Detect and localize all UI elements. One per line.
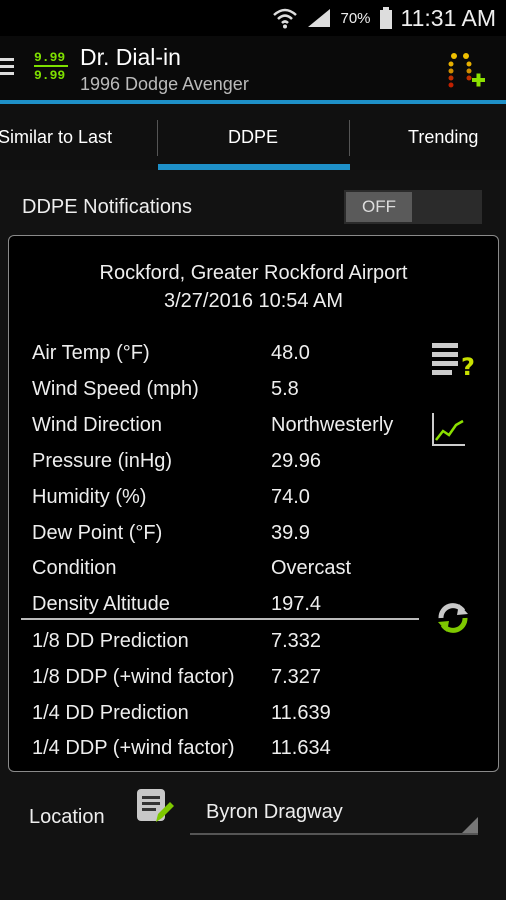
row-value-dew-point: 39.9 bbox=[271, 522, 310, 544]
toggle-state: OFF bbox=[346, 192, 412, 222]
row-label-wind-speed: Wind Speed (mph) bbox=[32, 378, 199, 400]
row-label-humidity: Humidity (%) bbox=[32, 486, 147, 508]
row-value-pressure: 29.96 bbox=[271, 450, 322, 472]
clock: 11:31 AM bbox=[400, 4, 496, 31]
tab-separator bbox=[349, 120, 350, 156]
signal-icon bbox=[308, 9, 331, 27]
row-label-density-altitude: Density Altitude bbox=[32, 593, 170, 615]
row-value-quarter-ddp: 11.634 bbox=[271, 737, 331, 759]
tab-active-indicator bbox=[158, 164, 350, 170]
row-label-wind-direction: Wind Direction bbox=[32, 414, 163, 436]
ddpe-notifications-label: DDPE Notifications bbox=[22, 196, 193, 218]
dropdown-arrow-icon bbox=[462, 817, 478, 833]
ddpe-notifications-toggle[interactable]: OFF bbox=[344, 190, 482, 224]
edit-location-icon[interactable] bbox=[134, 786, 174, 826]
tab-bar: Similar to Last DDPE Trending bbox=[0, 104, 506, 170]
row-value-wind-speed: 5.8 bbox=[271, 378, 299, 400]
panel-divider bbox=[21, 618, 419, 620]
trend-chart-icon[interactable] bbox=[431, 411, 467, 447]
row-value-quarter-dd: 11.639 bbox=[271, 702, 331, 724]
row-value-eighth-dd: 7.332 bbox=[271, 630, 322, 652]
location-dropdown[interactable]: Byron Dragway bbox=[190, 793, 478, 835]
add-run-icon[interactable] bbox=[446, 48, 486, 90]
svg-text:?: ? bbox=[461, 353, 475, 379]
battery-percent: 70% bbox=[340, 9, 371, 27]
action-bar: 9.99 9.99 Dr. Dial-in 1996 Dodge Avenger bbox=[0, 36, 506, 100]
tab-ddpe[interactable]: DDPE bbox=[228, 104, 278, 170]
weather-station: Rockford, Greater Rockford Airport bbox=[99, 262, 408, 284]
refresh-icon[interactable] bbox=[435, 600, 471, 636]
location-label: Location bbox=[29, 806, 105, 828]
row-value-eighth-ddp: 7.327 bbox=[271, 666, 322, 688]
wifi-icon bbox=[273, 8, 298, 29]
row-label-quarter-ddp: 1/4 DDP (+wind factor) bbox=[32, 737, 235, 759]
row-value-air-temp: 48.0 bbox=[271, 342, 310, 364]
app-logo[interactable]: 9.99 9.99 bbox=[34, 50, 68, 86]
tab-separator bbox=[157, 120, 158, 156]
weather-help-icon[interactable]: ? bbox=[431, 339, 477, 379]
row-value-wind-direction: Northwesterly bbox=[271, 414, 394, 436]
status-bar: 70% 11:31 AM bbox=[0, 0, 506, 36]
vehicle-name: 1996 Dodge Avenger bbox=[80, 74, 249, 94]
menu-icon[interactable] bbox=[0, 58, 14, 79]
row-value-humidity: 74.0 bbox=[271, 486, 310, 508]
row-value-condition: Overcast bbox=[271, 557, 352, 579]
row-label-pressure: Pressure (inHg) bbox=[32, 450, 173, 472]
observation-time: 3/27/2016 10:54 AM bbox=[163, 290, 344, 312]
row-label-eighth-dd: 1/8 DD Prediction bbox=[32, 630, 189, 652]
battery-icon bbox=[379, 7, 392, 29]
row-label-air-temp: Air Temp (°F) bbox=[32, 342, 150, 364]
weather-panel: Rockford, Greater Rockford Airport 3/27/… bbox=[8, 235, 499, 772]
row-label-quarter-dd: 1/4 DD Prediction bbox=[32, 702, 189, 724]
tab-trending[interactable]: Trending bbox=[408, 104, 478, 170]
tab-similar-to-last[interactable]: Similar to Last bbox=[0, 104, 112, 170]
row-label-condition: Condition bbox=[32, 557, 117, 579]
location-selected: Byron Dragway bbox=[206, 801, 343, 823]
row-label-dew-point: Dew Point (°F) bbox=[32, 522, 163, 544]
row-label-eighth-ddp: 1/8 DDP (+wind factor) bbox=[32, 666, 235, 688]
app-title: Dr. Dial-in bbox=[80, 44, 181, 70]
row-value-density-altitude: 197.4 bbox=[271, 593, 322, 615]
